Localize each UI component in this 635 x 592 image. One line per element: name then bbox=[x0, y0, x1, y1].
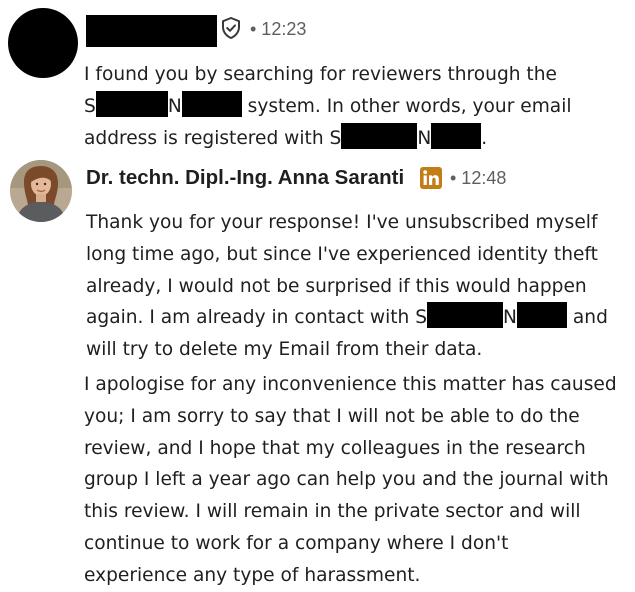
text-fragment: N bbox=[503, 307, 517, 329]
sender-name-redacted[interactable] bbox=[86, 15, 217, 47]
sender-name[interactable]: Dr. techn. Dipl.-Ing. Anna Saranti bbox=[86, 166, 404, 190]
message-line: continue to work for a company where I d… bbox=[84, 532, 509, 554]
redaction-bar bbox=[181, 90, 242, 117]
message-line: already, I would not be surprised if thi… bbox=[86, 275, 587, 297]
text-fragment: again. I am already in contact with S bbox=[86, 307, 428, 329]
linkedin-premium-icon bbox=[420, 167, 442, 189]
message-line: Thank you for your response! I've unsubs… bbox=[86, 212, 598, 233]
redaction-bar bbox=[341, 122, 418, 149]
message-line: experience any type of harassment. bbox=[84, 564, 421, 586]
message-line: address is registered with S N. bbox=[84, 122, 572, 155]
message-line: again. I am already in contact with S N a… bbox=[86, 302, 608, 334]
text-fragment: system. In other words, your email bbox=[247, 95, 572, 117]
redaction-bar bbox=[431, 122, 482, 149]
message-body: Thank you for your response! I've unsubs… bbox=[86, 207, 608, 366]
message-body: I found you by searching for reviewers t… bbox=[84, 59, 572, 154]
message-body: I apologise for any inconvenience this m… bbox=[84, 369, 617, 592]
message-line: S N system. In other words, your email bbox=[84, 90, 572, 123]
text-fragment: S bbox=[84, 95, 96, 117]
text-fragment: N bbox=[167, 95, 182, 117]
text-fragment: N bbox=[417, 127, 432, 149]
text-fragment: address is registered with S bbox=[84, 127, 342, 149]
text-fragment: and bbox=[572, 307, 608, 329]
text-fragment: . bbox=[481, 127, 488, 149]
message-line: you; I am sorry to say that I will not b… bbox=[84, 405, 580, 427]
verified-shield-icon bbox=[222, 17, 240, 39]
profile-photo bbox=[10, 160, 72, 222]
message-line: long time ago, but since I've experience… bbox=[86, 243, 598, 265]
sender-avatar-redacted[interactable] bbox=[8, 8, 78, 78]
redaction-bar bbox=[516, 302, 567, 329]
message-line: group I left a year ago can help you and… bbox=[84, 469, 609, 491]
message-line: I found you by searching for reviewers t… bbox=[84, 64, 557, 85]
redaction-bar bbox=[95, 90, 168, 117]
message-line: review, and I hope that my colleagues in… bbox=[84, 437, 586, 459]
message-timestamp: • 12:48 bbox=[450, 168, 507, 188]
sender-avatar[interactable] bbox=[10, 160, 72, 222]
message-line: I apologise for any inconvenience this m… bbox=[84, 374, 617, 395]
redaction-bar bbox=[427, 302, 504, 329]
message-line: this review. I will remain in the privat… bbox=[84, 501, 581, 523]
message-line: will try to delete my Email from their d… bbox=[86, 339, 483, 361]
message-timestamp: • 12:23 bbox=[250, 19, 307, 39]
